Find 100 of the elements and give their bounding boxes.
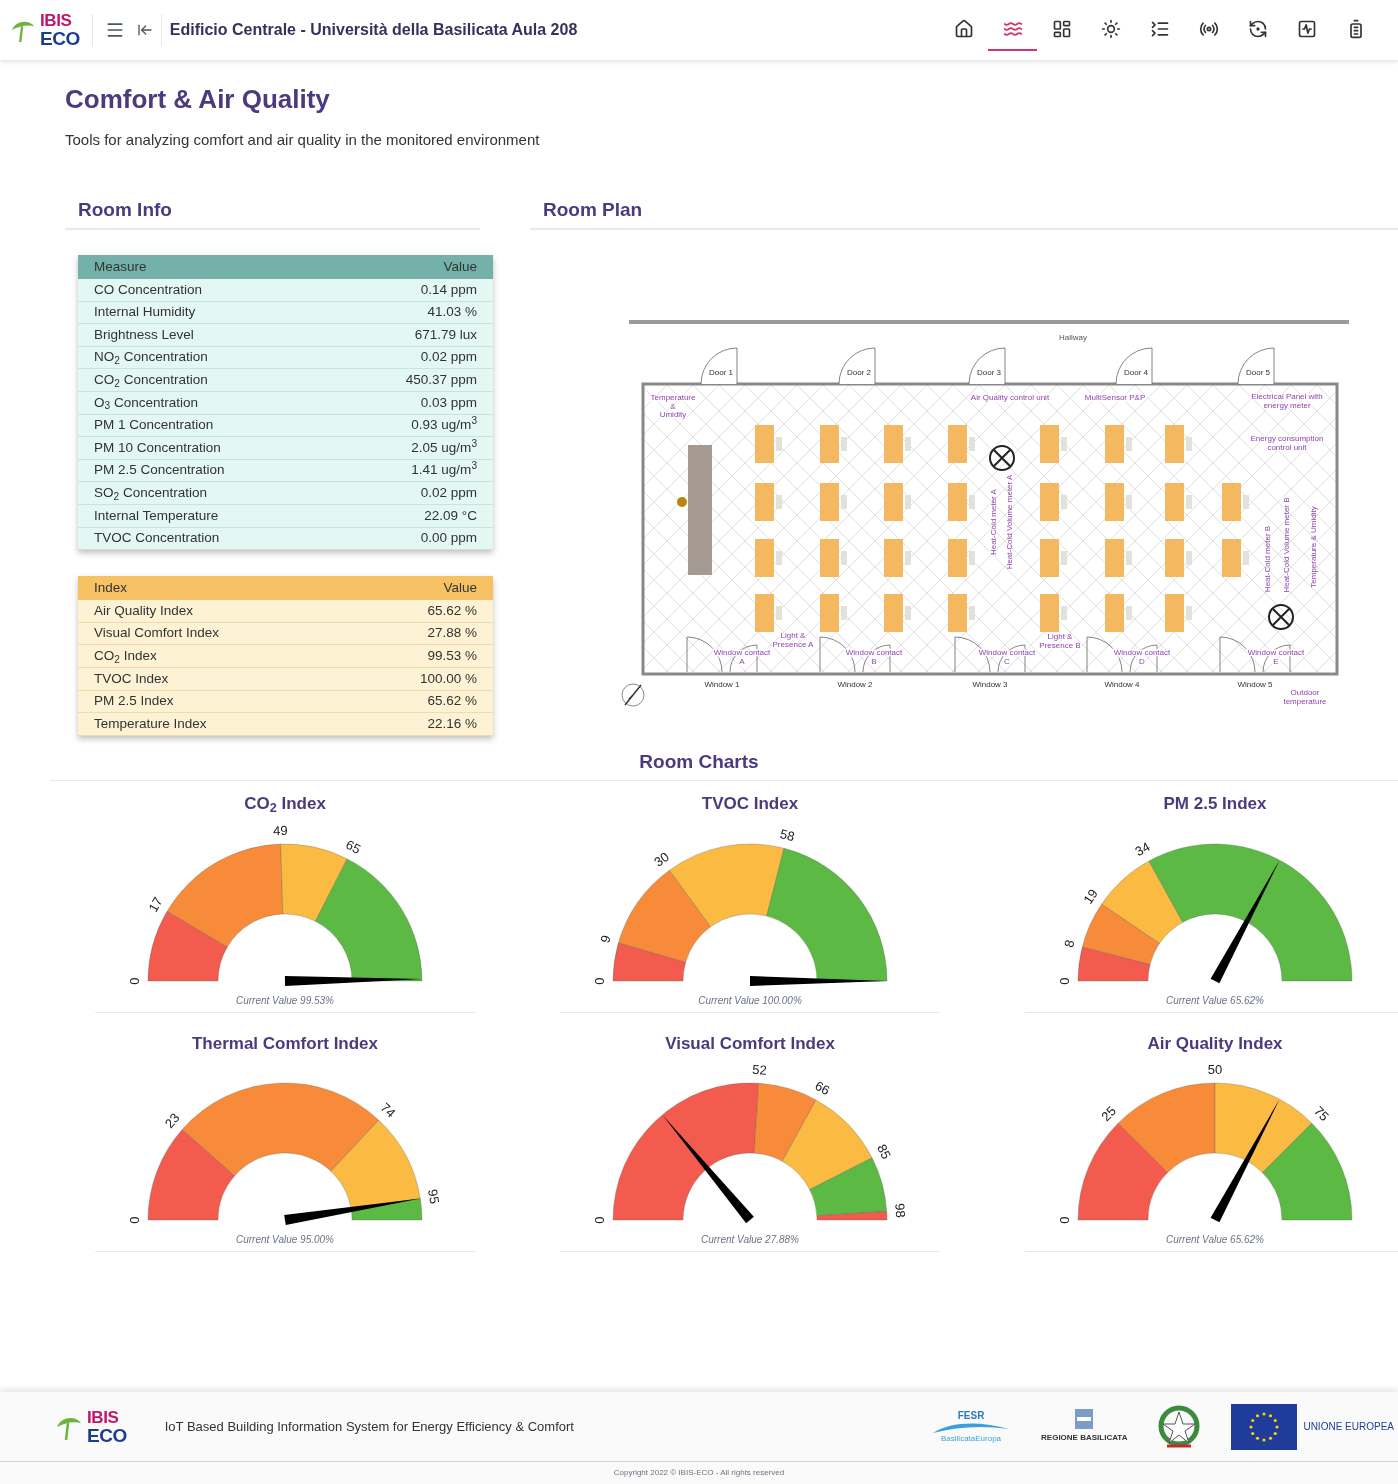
- plan-label: Window contact E: [1247, 648, 1305, 666]
- tick-label: 0: [127, 1216, 142, 1224]
- page-description: Tools for analyzing comfort and air quality in the monitored environment: [65, 130, 541, 150]
- tick-label: 98: [892, 1203, 909, 1219]
- table-cell-text: CO$_{2}$ Concentration: [94, 371, 208, 391]
- plan-label: Light & Presence A: [772, 631, 814, 649]
- tick-label: 49: [272, 822, 288, 838]
- table-cell-text: CO$_{2}$ Index: [94, 647, 157, 667]
- tick-label: 8: [1061, 937, 1078, 949]
- table-cell-text: 41.03 %: [427, 303, 477, 322]
- copyright-text: Copyright 2022 © IBIS-ECO - All rights reserved: [613, 1467, 785, 1479]
- table-cell-text: 22.16 %: [427, 714, 477, 733]
- table-cell-text: 2.05 ug/m$^{3}$: [411, 437, 477, 457]
- footer-tagline: IoT Based Building Information System for Energy Efficiency & Comfort: [164, 1417, 574, 1436]
- current-value: Current Value 95.00%: [236, 1233, 334, 1248]
- desk: [1165, 483, 1192, 521]
- tick-label: 0: [592, 1216, 607, 1224]
- desk: [884, 539, 911, 577]
- tick-label: 25: [1098, 1103, 1119, 1125]
- section-title: Room Plan: [543, 197, 644, 222]
- tick-label: 52: [751, 1062, 768, 1078]
- tick-label: 34: [1132, 838, 1153, 859]
- tick-label: 65: [343, 836, 364, 857]
- plan-label: Heat-Cold Volume meter B: [1282, 497, 1291, 593]
- table-cell-text: 22.09 °C: [424, 506, 477, 525]
- desk: [1165, 594, 1192, 632]
- door-drawing: [1115, 347, 1153, 385]
- sensor-icon: [989, 445, 1015, 471]
- plan-label: Heat-Cold Volume meter A: [1005, 474, 1014, 570]
- current-value: Current Value 99.53%: [236, 993, 334, 1008]
- section-title: Room Info: [78, 197, 173, 222]
- table-cell-text: SO$_{2}$ Concentration: [94, 484, 207, 504]
- section-title: Room Charts: [639, 749, 759, 774]
- plan-label: Window 1: [704, 680, 740, 689]
- tick-label: 0: [1057, 1216, 1072, 1224]
- emblem-icon: [1157, 1403, 1202, 1450]
- tick-label: 0: [127, 977, 142, 985]
- plan-label: Heat-Cold meter B: [1263, 525, 1272, 593]
- partner-logo-text: BasilicataEuropa: [941, 1434, 1002, 1443]
- tick-label: 23: [161, 1110, 183, 1132]
- desk: [1165, 539, 1192, 577]
- plan-label: Door 5: [1246, 368, 1270, 377]
- table-cell-text: O$_{3}$ Concentration: [94, 393, 198, 413]
- plan-label: Heat-Cold meter A: [989, 489, 998, 555]
- desk: [1105, 539, 1132, 577]
- gauge-title: CO$_{2}$ Index: [244, 793, 326, 817]
- desk: [820, 425, 847, 463]
- logo-text: IBIS: [40, 12, 73, 29]
- gauge-title: PM 2.5 Index: [1163, 793, 1267, 816]
- desk: [755, 483, 782, 521]
- partner-logo-text: REGIONE BASILICATA: [1041, 1432, 1128, 1444]
- table-cell-text: PM 1 Concentration: [94, 416, 214, 435]
- desk: [884, 594, 911, 632]
- plan-label: Door 3: [977, 368, 1001, 377]
- desk: [1040, 539, 1067, 577]
- column-header: Value: [443, 579, 477, 597]
- desk: [1040, 425, 1067, 463]
- plan-label: Outdoor temperature: [1283, 688, 1327, 706]
- table-cell-text: PM 2.5 Concentration: [94, 461, 225, 480]
- plan-label: Temperature & Umidity: [650, 393, 696, 419]
- door-drawing: [968, 347, 1006, 385]
- desk: [948, 425, 975, 463]
- desk: [1105, 425, 1132, 463]
- desk: [755, 425, 782, 463]
- partner-logo-text: FESR: [957, 1410, 985, 1421]
- tick-label: 0: [592, 977, 607, 985]
- gauge-title: Thermal Comfort Index: [191, 1032, 379, 1055]
- plan-label: Door 2: [847, 368, 871, 377]
- desk: [755, 594, 782, 632]
- sensor-icon: [1268, 604, 1294, 630]
- table-cell-text: 65.62 %: [427, 692, 477, 711]
- door-drawing: [700, 347, 738, 385]
- plan-label: Window 2: [837, 680, 873, 689]
- plan-label: Window 5: [1237, 680, 1273, 689]
- table-cell-text: PM 10 Concentration: [94, 438, 221, 457]
- tick-label: 95: [425, 1188, 443, 1205]
- table-cell-text: 450.37 ppm: [405, 371, 477, 390]
- plan-label: Air Quality control unit: [970, 393, 1050, 402]
- tick-label: 30: [651, 848, 672, 870]
- table-cell-text: 99.53 %: [427, 647, 477, 665]
- table-cell-text: Air Quality Index: [94, 601, 194, 620]
- tick-label: 9: [597, 933, 614, 945]
- column-header: Index: [94, 579, 128, 597]
- logo-text: ECO: [40, 29, 80, 48]
- desk: [948, 539, 975, 577]
- desk: [1222, 483, 1249, 521]
- desk: [1222, 539, 1249, 577]
- plan-label: Hallway: [1059, 333, 1087, 342]
- table-cell-text: CO Concentration: [94, 280, 203, 299]
- current-value: Current Value 65.62%: [1166, 1233, 1264, 1248]
- desk: [755, 539, 782, 577]
- desk: [1105, 594, 1132, 632]
- column-header: Value: [443, 257, 477, 276]
- logo-text: IBIS: [87, 1408, 120, 1426]
- table-cell-text: 0.02 ppm: [420, 484, 477, 502]
- region-emblem-icon: [1075, 1409, 1094, 1429]
- desk: [948, 483, 975, 521]
- partner-logo-text: UNIONE EUROPEA: [1303, 1420, 1394, 1434]
- table-cell-text: 27.88 %: [427, 624, 477, 643]
- tick-label: 66: [812, 1078, 833, 1099]
